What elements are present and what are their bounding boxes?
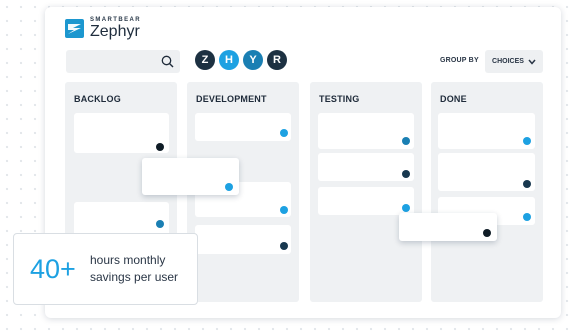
status-dot — [156, 143, 164, 151]
status-dot — [402, 137, 410, 145]
status-dot — [280, 206, 288, 214]
task-card[interactable] — [438, 113, 535, 149]
chevron-down-icon — [528, 59, 536, 65]
zephyr-logo-icon — [65, 19, 84, 38]
avatar-h[interactable]: H — [219, 50, 239, 70]
column-title: TESTING — [319, 94, 360, 104]
savings-line-2: savings per user — [90, 270, 179, 284]
savings-line-1: hours monthly — [90, 253, 166, 267]
column-done: DONE — [431, 82, 543, 302]
task-card[interactable] — [318, 153, 414, 181]
column-testing: TESTING — [310, 82, 422, 302]
avatar-z[interactable]: Z — [195, 50, 215, 70]
group-by-dropdown[interactable]: CHOICES — [485, 50, 543, 73]
status-dot — [280, 242, 288, 250]
task-card[interactable] — [195, 113, 291, 141]
status-dot — [483, 229, 491, 237]
dragged-card[interactable] — [142, 158, 239, 195]
status-dot — [225, 183, 233, 191]
avatar-y[interactable]: Y — [243, 50, 263, 70]
status-dot — [280, 129, 288, 137]
search-input[interactable] — [66, 50, 180, 73]
assignee-filter: Z H Y R — [195, 50, 291, 70]
savings-callout: 40+ hours monthly savings per user — [13, 233, 198, 305]
task-card[interactable] — [438, 153, 535, 191]
column-title: BACKLOG — [74, 94, 121, 104]
task-card[interactable] — [74, 113, 169, 153]
status-dot — [402, 204, 410, 212]
dragged-card[interactable] — [399, 213, 497, 241]
status-dot — [523, 137, 531, 145]
status-dot — [402, 170, 410, 178]
task-card[interactable] — [318, 113, 414, 149]
group-by-value: CHOICES — [492, 58, 524, 65]
task-card[interactable] — [318, 187, 414, 215]
savings-value: 40+ — [30, 253, 76, 284]
status-dot — [523, 180, 531, 188]
status-dot — [523, 213, 531, 221]
task-card[interactable] — [195, 225, 291, 254]
avatar-r[interactable]: R — [267, 50, 287, 70]
brand-product: Zephyr — [90, 23, 140, 40]
zephyr-logo: SMARTBEAR Zephyr — [65, 17, 141, 40]
group-by-label: GROUP BY — [440, 57, 479, 64]
status-dot — [156, 220, 164, 228]
column-title: DEVELOPMENT — [196, 94, 267, 104]
search-icon — [161, 55, 174, 68]
column-title: DONE — [440, 94, 467, 104]
